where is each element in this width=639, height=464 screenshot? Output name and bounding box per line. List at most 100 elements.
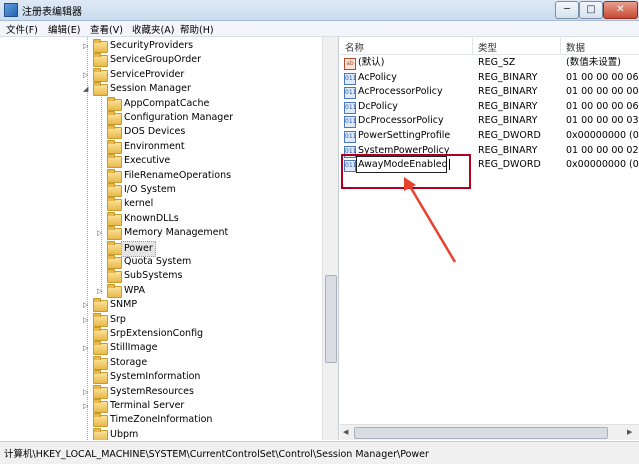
binary-value-icon: 011: [344, 87, 356, 100]
tree-item[interactable]: I/O System: [0, 183, 320, 197]
tree-item[interactable]: ▷ WPA: [0, 283, 320, 298]
tree-item[interactable]: SystemInformation: [0, 370, 320, 385]
scroll-left-icon[interactable]: ◀: [343, 428, 348, 436]
menu-favorites[interactable]: 收藏夹(A): [132, 22, 174, 36]
tree-item[interactable]: TimeZoneInformation: [0, 413, 320, 428]
expand-toggle-icon[interactable]: ▷: [83, 385, 91, 399]
tree-item[interactable]: FileRenameOperations: [0, 168, 320, 183]
tree-item-label: Memory Management: [124, 227, 229, 239]
menu-view[interactable]: 查看(V): [90, 22, 123, 36]
expand-toggle-icon[interactable]: ▷: [83, 39, 91, 53]
folder-icon: [107, 211, 122, 226]
tree-item[interactable]: Executive: [0, 154, 320, 169]
expand-toggle-icon[interactable]: ▷: [83, 313, 91, 327]
value-row[interactable]: 011 PowerSettingProfile REG_DWORD 0x0000000…: [340, 129, 639, 143]
folder-icon: [107, 226, 122, 241]
tree-item[interactable]: SubSystems: [0, 269, 320, 284]
tree-item[interactable]: ◢ Session Manager: [0, 82, 320, 97]
menu-file[interactable]: 文件(F): [6, 22, 38, 36]
value-type: REG_SZ: [478, 57, 516, 68]
column-type-header[interactable]: 类型: [478, 40, 497, 54]
column-name-header[interactable]: 名称: [345, 40, 364, 54]
value-name: AcPolicy: [358, 71, 397, 83]
menu-edit[interactable]: 编辑(E): [48, 22, 80, 36]
registry-path: 计算机\HKEY_LOCAL_MACHINE\SYSTEM\CurrentCon…: [4, 449, 429, 460]
tree-item[interactable]: ▷ ServiceProvider: [0, 67, 320, 82]
binary-value-icon: 011: [344, 101, 356, 114]
menu-help[interactable]: 帮助(H): [180, 22, 214, 36]
value-row[interactable]: ab (默认) REG_SZ (数值未设置): [340, 56, 639, 70]
tree-item[interactable]: ▷ Srp: [0, 312, 320, 327]
expand-toggle-icon[interactable]: ▷: [97, 226, 105, 240]
registry-tree[interactable]: ▷ SecurityProviders ServiceGroupOrder ▷ Serv…: [0, 37, 339, 440]
tree-item[interactable]: Power: [0, 240, 320, 257]
status-bar: 计算机\HKEY_LOCAL_MACHINE\SYSTEM\CurrentCon…: [0, 441, 639, 464]
expand-toggle-icon[interactable]: ▷: [83, 399, 91, 413]
tree-item[interactable]: ▷ SecurityProviders: [0, 39, 320, 53]
tree-item-label: AppCompatCache: [124, 97, 210, 109]
tree-scroll-thumb[interactable]: [325, 275, 337, 363]
tree-item[interactable]: ▷ SNMP: [0, 298, 320, 313]
folder-icon: [93, 384, 108, 399]
tree-item[interactable]: kernel: [0, 197, 320, 212]
folder-icon: [93, 39, 108, 53]
tree-item[interactable]: Configuration Manager: [0, 111, 320, 125]
tree-item[interactable]: ▷ SystemResources: [0, 384, 320, 399]
tree-item[interactable]: SrpExtensionConfig: [0, 327, 320, 341]
folder-icon: [93, 312, 108, 327]
tree-item[interactable]: KnownDLLs: [0, 211, 320, 226]
value-name: (默认): [358, 57, 385, 68]
expand-toggle-icon[interactable]: ◢: [83, 82, 91, 96]
list-scroll-thumb[interactable]: [354, 427, 608, 439]
tree-item-label: FileRenameOperations: [124, 169, 232, 181]
value-row[interactable]: 011DcPolicy REG_BINARY 01 00 00 00 06 0: [340, 100, 639, 114]
tree-item-label: SrpExtensionConfig: [110, 328, 204, 339]
expand-toggle-icon[interactable]: ▷: [83, 341, 91, 355]
tree-item[interactable]: Quota System: [0, 255, 320, 269]
tree-item[interactable]: DOS Devices: [0, 125, 320, 140]
expand-toggle-icon[interactable]: ▷: [83, 298, 91, 312]
list-header: 名称 类型 数据: [340, 37, 639, 55]
maximize-button[interactable]: □: [579, 1, 603, 19]
value-row[interactable]: 011 DcProcessorPolicy REG_BINARY 01 00 00 0…: [340, 114, 639, 129]
folder-icon: [107, 125, 122, 140]
tree-item[interactable]: Storage: [0, 355, 320, 370]
value-name: DcProcessorPolicy: [358, 115, 444, 127]
tree-item[interactable]: ▷ Terminal Server: [0, 399, 320, 413]
expand-toggle-icon[interactable]: ▷: [97, 284, 105, 298]
value-data: 01 00 00 00 00 0: [566, 86, 639, 98]
expand-toggle-icon[interactable]: ▷: [83, 68, 91, 82]
values-list[interactable]: 名称 类型 数据 ab (默认) REG_SZ (数值未设置) 011 AcPolicy R…: [340, 37, 639, 440]
scroll-right-icon[interactable]: ▶: [627, 428, 632, 436]
value-row[interactable]: 011 AcProcessorPolicy REG_BINARY 01 00 00 0…: [340, 85, 639, 100]
string-value-icon: ab: [344, 58, 356, 70]
folder-icon: [107, 168, 122, 183]
value-row[interactable]: 011AcPolicy REG_BINARY 01 00 00 00 06 0: [340, 71, 639, 85]
folder-icon: [107, 240, 122, 255]
folder-icon: [107, 197, 122, 212]
tree-item[interactable]: ▷ Memory Management: [0, 226, 320, 241]
close-button[interactable]: ✕: [603, 1, 638, 19]
tree-item-label: WPA: [124, 284, 146, 296]
folder-icon: [107, 183, 122, 197]
minimize-button[interactable]: ─: [555, 1, 579, 19]
list-horizontal-scrollbar[interactable]: ◀ ▶: [340, 424, 639, 440]
folder-icon: [93, 327, 108, 341]
tree-item-label: Storage: [110, 356, 148, 368]
value-data: 01 00 00 00 03 0: [566, 115, 639, 127]
tree-item[interactable]: Environment: [0, 139, 320, 154]
binary-value-icon: 011: [344, 116, 356, 129]
tree-item-label: Srp: [110, 313, 126, 325]
tree-item-label: kernel: [124, 198, 154, 210]
tree-item[interactable]: ServiceGroupOrder: [0, 53, 320, 68]
tree-item[interactable]: ▷ StillImage: [0, 341, 320, 356]
column-data-header[interactable]: 数据: [566, 40, 585, 54]
tree-item[interactable]: Ubpm: [0, 427, 320, 440]
tree-item[interactable]: AppCompatCache: [0, 96, 320, 111]
tree-item-label: Quota System: [124, 256, 192, 267]
tree-item-label: Ubpm: [110, 428, 139, 440]
tree-item-label: I/O System: [124, 184, 176, 195]
value-type: REG_DWORD: [478, 159, 541, 171]
value-name: DcPolicy: [358, 100, 398, 112]
tree-vertical-scrollbar[interactable]: [322, 37, 338, 440]
